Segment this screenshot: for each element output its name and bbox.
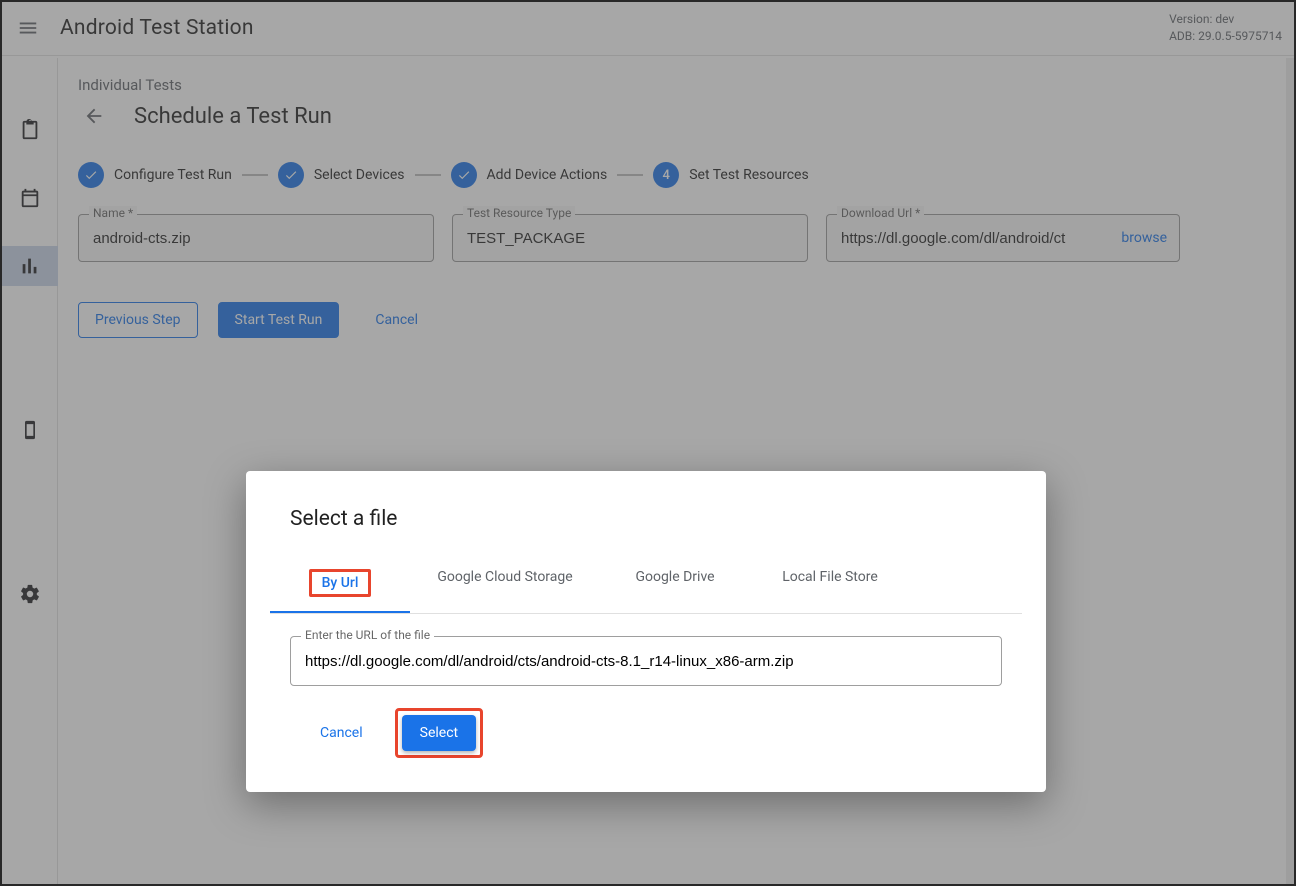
tab-gcs[interactable]: Google Cloud Storage bbox=[410, 555, 600, 613]
url-input[interactable] bbox=[303, 652, 989, 671]
tab-local-file-store[interactable]: Local File Store bbox=[750, 555, 910, 613]
url-field[interactable]: Enter the URL of the file bbox=[290, 636, 1002, 686]
dialog-tabs: By Url Google Cloud Storage Google Drive… bbox=[270, 555, 1022, 614]
dialog-cancel-button[interactable]: Cancel bbox=[304, 715, 379, 751]
highlight-box: By Url bbox=[309, 569, 372, 597]
url-label: Enter the URL of the file bbox=[301, 628, 434, 642]
tab-google-drive[interactable]: Google Drive bbox=[600, 555, 750, 613]
dialog-select-button[interactable]: Select bbox=[402, 715, 476, 751]
tab-label: By Url bbox=[322, 575, 359, 591]
select-file-dialog: Select a file By Url Google Cloud Storag… bbox=[246, 471, 1046, 792]
dialog-title: Select a file bbox=[290, 507, 1002, 531]
tab-by-url[interactable]: By Url bbox=[270, 555, 410, 613]
highlight-box: Select bbox=[395, 708, 483, 758]
